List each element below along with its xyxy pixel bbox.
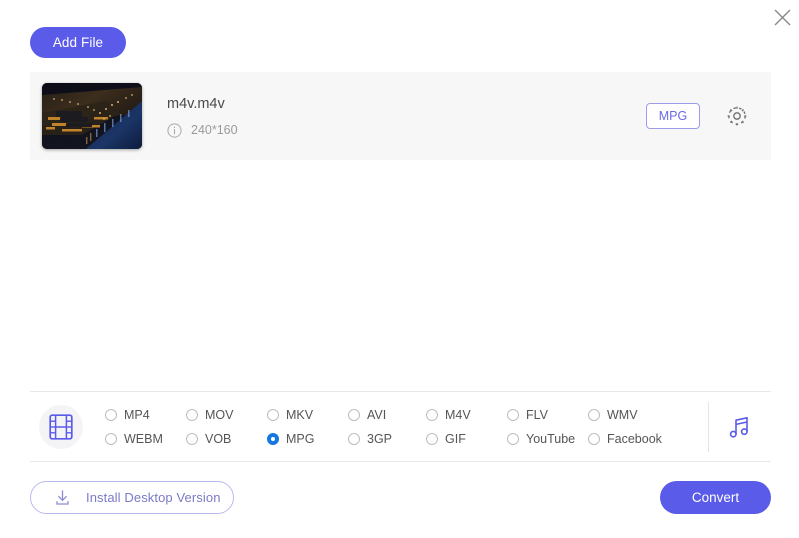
- format-option-gif[interactable]: GIF: [426, 427, 507, 451]
- format-options: MP4 MOV MKV AVI M4V FLV WMV WEBM VOB MPG…: [105, 403, 704, 451]
- format-option-label: Facebook: [607, 431, 662, 446]
- close-button[interactable]: [765, 0, 799, 34]
- format-option-mov[interactable]: MOV: [186, 403, 267, 427]
- format-option-label: MPG: [286, 431, 315, 446]
- format-option-wmv[interactable]: WMV: [588, 403, 683, 427]
- format-option-youtube[interactable]: YouTube: [507, 427, 588, 451]
- radio-mark: [105, 408, 117, 421]
- format-option-label: MP4: [124, 407, 150, 422]
- radio-mark: [426, 408, 438, 421]
- radio-mark: [186, 432, 198, 445]
- file-thumbnail: [42, 83, 142, 149]
- format-option-label: MKV: [286, 407, 314, 422]
- file-settings-button[interactable]: [717, 96, 757, 136]
- radio-mark: [426, 432, 438, 445]
- file-info-line: 240*160: [167, 122, 646, 138]
- close-icon: [774, 9, 790, 25]
- format-option-label: GIF: [445, 431, 466, 446]
- format-option-label: 3GP: [367, 431, 393, 446]
- night-cityscape-thumbnail-image: [42, 83, 142, 149]
- file-name: m4v.m4v: [167, 95, 225, 112]
- audio-formats-button[interactable]: [709, 414, 771, 440]
- format-option-label: MOV: [205, 407, 234, 422]
- file-row[interactable]: m4v.m4v 240*160 MPG: [30, 72, 771, 160]
- gear-icon: [727, 106, 747, 126]
- format-option-label: FLV: [526, 407, 548, 422]
- format-option-label: VOB: [205, 431, 232, 446]
- format-option-mkv[interactable]: MKV: [267, 403, 348, 427]
- format-option-label: WEBM: [124, 431, 163, 446]
- format-option-label: AVI: [367, 407, 387, 422]
- download-icon: [53, 488, 72, 507]
- install-desktop-version-label: Install Desktop Version: [86, 490, 221, 505]
- radio-mark: [588, 432, 600, 445]
- convert-button[interactable]: Convert: [660, 481, 771, 514]
- format-option-vob[interactable]: VOB: [186, 427, 267, 451]
- output-format-badge[interactable]: MPG: [646, 103, 700, 129]
- radio-mark: [507, 432, 519, 445]
- format-option-label: YouTube: [526, 431, 576, 446]
- install-desktop-version-button[interactable]: Install Desktop Version: [30, 481, 234, 514]
- format-option-label: M4V: [445, 407, 471, 422]
- format-option-m4v[interactable]: M4V: [426, 403, 507, 427]
- format-option-mpg[interactable]: MPG: [267, 427, 348, 451]
- radio-mark: [348, 408, 360, 421]
- format-bar: MP4 MOV MKV AVI M4V FLV WMV WEBM VOB MPG…: [30, 392, 771, 461]
- format-option-mp4[interactable]: MP4: [105, 403, 186, 427]
- format-option-flv[interactable]: FLV: [507, 403, 588, 427]
- format-option-3gp[interactable]: 3GP: [348, 427, 426, 451]
- file-resolution: 240*160: [191, 123, 238, 137]
- radio-mark: [507, 408, 519, 421]
- music-note-icon: [729, 416, 748, 438]
- add-file-button[interactable]: Add File: [30, 27, 126, 58]
- radio-mark: [348, 432, 360, 445]
- radio-mark: [267, 408, 279, 421]
- file-list: m4v.m4v 240*160 MPG: [30, 72, 771, 160]
- format-option-avi[interactable]: AVI: [348, 403, 426, 427]
- format-option-label: WMV: [607, 407, 638, 422]
- file-meta: m4v.m4v 240*160: [167, 95, 646, 138]
- video-formats-button[interactable]: [39, 404, 83, 449]
- radio-mark: [105, 432, 117, 445]
- divider-bottom: [30, 461, 771, 462]
- film-strip-icon: [49, 413, 73, 440]
- radio-mark: [186, 408, 198, 421]
- format-option-facebook[interactable]: Facebook: [588, 427, 683, 451]
- info-icon: [167, 122, 182, 138]
- radio-mark: [588, 408, 600, 421]
- radio-mark: [267, 432, 279, 445]
- format-option-webm[interactable]: WEBM: [105, 427, 186, 451]
